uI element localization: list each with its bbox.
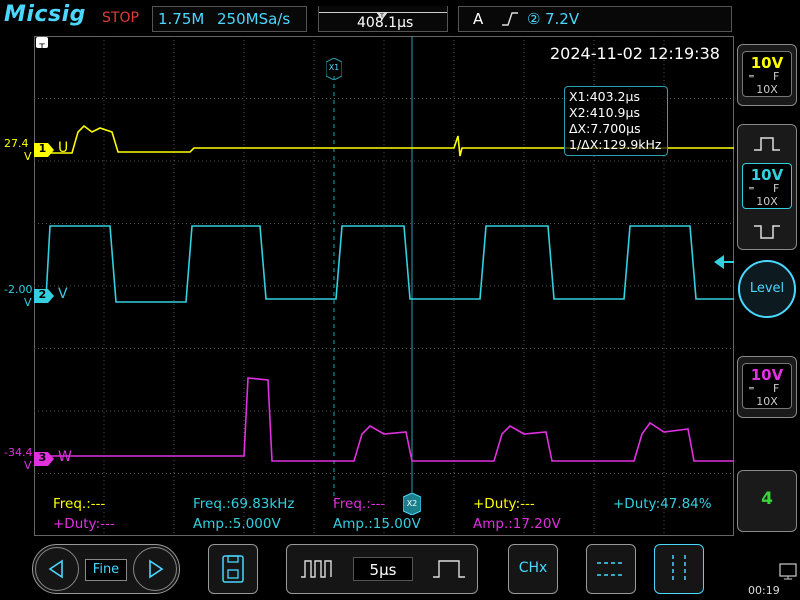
- trigger-time-marker-icon: T: [36, 37, 48, 53]
- ch1-scale-button[interactable]: 10V ═ F 10X: [737, 44, 797, 106]
- ch2-marker[interactable]: -2.00 V 2 V: [2, 283, 72, 311]
- record-length: 1.75M: [158, 10, 205, 28]
- vertical-cursor-button[interactable]: [654, 544, 704, 594]
- ch1-marker[interactable]: 27.4 V 1 U: [2, 137, 72, 165]
- measure-amp-2: Amp.:15.00V: [333, 516, 421, 532]
- trigger-level: 7.2V: [545, 10, 580, 28]
- trigger-settings[interactable]: A ② 7.2V: [458, 6, 732, 32]
- ch3-marker[interactable]: -34.4 V 3 W: [2, 446, 72, 474]
- measure-ch2-amp: Amp.:5.000V: [193, 516, 281, 532]
- fine-adjust-control[interactable]: Fine: [32, 544, 180, 594]
- ch2-probe: 10X: [756, 195, 778, 208]
- timebase-control[interactable]: 5µs: [286, 544, 478, 594]
- cursor-x2-value: X2:410.9µs: [569, 105, 640, 120]
- ch2-pulse-up-icon[interactable]: [752, 135, 782, 157]
- trigger-position-box[interactable]: T 408.1µs: [318, 6, 448, 32]
- ch1-offset-unit: V: [24, 150, 32, 163]
- ch2-offset-unit: V: [24, 296, 32, 309]
- ch2-scale: 10V: [750, 166, 784, 184]
- fine-label[interactable]: Fine: [85, 559, 127, 581]
- trigger-source: ②: [527, 10, 541, 28]
- ch2-label: V: [58, 286, 68, 302]
- ch1-offset: 27.4: [4, 137, 29, 150]
- measure-ch3-amp: Amp.:17.20V: [473, 516, 561, 532]
- cursor-x1-tag: X1: [328, 63, 340, 72]
- cursor-delta-value: ΔX:7.700µs: [569, 121, 641, 136]
- cursor-x1-value: X1:403.2µs: [569, 89, 640, 104]
- trigger-level-arrow-icon[interactable]: [714, 254, 734, 273]
- measure-ch2-freq: Freq.:69.83kHz: [193, 496, 295, 512]
- ch1-probe: 10X: [756, 83, 778, 96]
- measure-ch2-duty: +Duty:47.84%: [613, 496, 712, 512]
- acquisition-info[interactable]: 1.75M 250MSa/s: [152, 6, 307, 32]
- ch2-control-group[interactable]: 10V ═ F 10X: [737, 124, 797, 250]
- measurement-panel[interactable]: Freq.:--- Freq.:69.83kHz Freq.:--- +Duty…: [34, 492, 734, 536]
- trigger-mode: A: [473, 10, 484, 28]
- timebase-decrease-icon[interactable]: [299, 557, 335, 585]
- triangle-left-icon: [48, 559, 63, 579]
- cursor-x1-handle[interactable]: X1: [325, 57, 343, 81]
- ch2-number: 2: [38, 288, 47, 301]
- measure-ch3-freq: Freq.:---: [333, 496, 386, 512]
- ch3-probe: 10X: [756, 395, 778, 408]
- ch1-badge: 1: [34, 142, 54, 157]
- svg-text:T: T: [38, 43, 45, 52]
- top-bar: Micsig STOP 1.75M 250MSa/s T 408.1µs A ②…: [0, 0, 800, 36]
- save-icon: [222, 555, 244, 583]
- ch2-coupling-icon: ═: [749, 184, 754, 193]
- ch3-scale-button[interactable]: 10V ═ F 10X: [737, 356, 797, 418]
- ch1-scale-box: 10V ═ F 10X: [742, 51, 792, 97]
- ch3-scale: 10V: [750, 366, 784, 384]
- usb-icon: [778, 562, 798, 584]
- measure-ch3-duty: +Duty:---: [53, 516, 115, 532]
- brand-logo: Micsig: [4, 2, 86, 27]
- trigger-level-label: Level: [749, 281, 785, 296]
- measure-ch1-freq: Freq.:---: [53, 496, 106, 512]
- timestamp: 2024-11-02 12:19:38: [550, 44, 720, 63]
- move-right-button[interactable]: [133, 547, 177, 591]
- run-state[interactable]: STOP: [102, 10, 139, 26]
- ch1-label: U: [58, 140, 69, 156]
- cursor-readout-panel: X1:403.2µs X2:410.9µs ΔX:7.700µs 1/ΔX:12…: [564, 86, 668, 156]
- trigger-level-knob[interactable]: Level: [738, 260, 796, 318]
- ch3-label: W: [58, 449, 72, 465]
- timebase-increase-icon[interactable]: [431, 557, 467, 585]
- ch3-offset-unit: V: [24, 459, 32, 472]
- ch3-bw-icon: F: [773, 382, 780, 395]
- ch4-button[interactable]: 4: [737, 470, 797, 532]
- save-button[interactable]: [208, 544, 258, 594]
- ch3-offset: -34.4: [4, 446, 33, 459]
- triangle-right-icon: [149, 559, 164, 579]
- timebase-value: 5µs: [353, 557, 413, 581]
- ch1-bw-icon: F: [773, 70, 780, 83]
- trigger-marker-icon: T: [376, 6, 388, 20]
- ch3-scale-box: 10V ═ F 10X: [742, 363, 792, 409]
- horizontal-cursor-button[interactable]: [586, 544, 636, 594]
- channel-select-button[interactable]: CHx: [508, 544, 558, 594]
- horizontal-cursor-icon: [597, 562, 625, 576]
- ch3-badge: 3: [34, 451, 54, 466]
- chx-label: CHx: [518, 560, 548, 576]
- ch1-number: 1: [38, 142, 47, 155]
- ch3-coupling-icon: ═: [749, 384, 754, 393]
- ch2-badge: 2: [34, 288, 54, 303]
- measure-ch1-duty: +Duty:---: [473, 496, 535, 512]
- ch4-number: 4: [761, 489, 773, 509]
- sample-rate: 250MSa/s: [217, 10, 291, 28]
- clock: 00:19: [748, 584, 780, 597]
- rising-edge-icon: [501, 11, 519, 31]
- vertical-cursor-icon: [672, 555, 686, 583]
- ch2-offset: -2.00: [4, 283, 33, 296]
- ch1-coupling-icon: ═: [749, 72, 754, 81]
- ch1-scale: 10V: [750, 54, 784, 72]
- ch2-bw-icon: F: [773, 182, 780, 195]
- move-left-button[interactable]: [35, 547, 79, 591]
- ch3-number: 3: [38, 451, 47, 464]
- trigger-position: 408.1µs: [357, 15, 414, 31]
- cursor-frequency-value: 1/ΔX:129.9kHz: [569, 137, 662, 152]
- waveform-display[interactable]: X1 X2 2024-11-02 12:19:38 X1:403.2µs X2:…: [34, 36, 734, 536]
- ch2-scale-box[interactable]: 10V ═ F 10X: [742, 163, 792, 209]
- ch2-pulse-down-icon[interactable]: [752, 223, 782, 245]
